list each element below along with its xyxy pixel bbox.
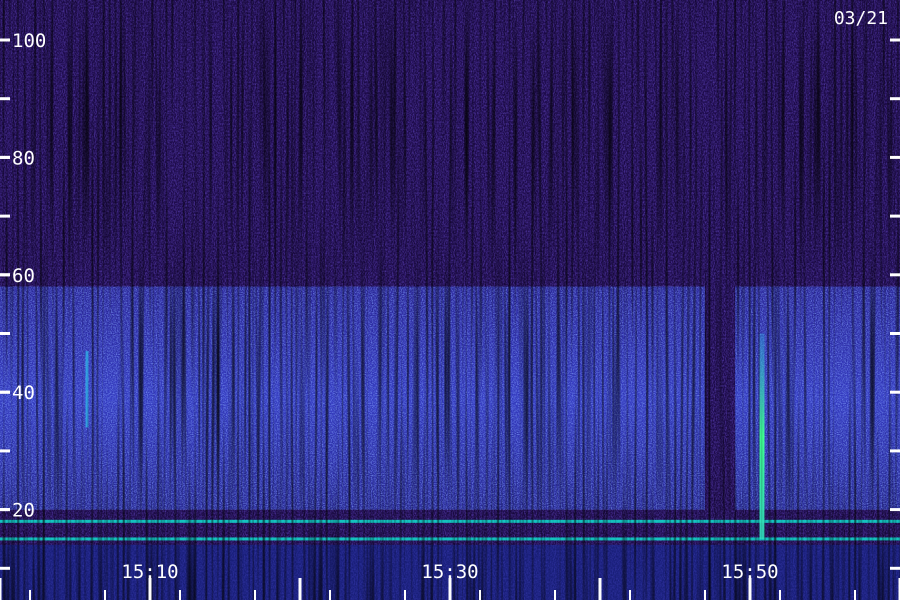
y-tick-minor-right [890,273,900,277]
y-tick-minor-right [890,508,900,512]
y-tick-minor-right [890,566,900,570]
y-tick-minor-right [890,390,900,394]
y-tick-label: 20 [12,500,35,522]
y-tick-major [0,155,10,159]
vertical-streaks [0,0,900,600]
y-tick-major [0,38,10,42]
x-tick-minor [629,590,631,600]
x-tick-major [598,578,602,600]
date-label: 03/21 [834,8,888,29]
y-tick-major [0,273,10,277]
y-tick-minor-right [890,97,900,101]
x-tick-label: 15:10 [121,561,178,583]
x-tick-major [298,578,302,600]
y-tick-major [0,508,10,512]
x-tick-minor [554,590,556,600]
y-tick-minor [0,332,10,335]
y-tick-minor [0,449,10,453]
spectrogram-chart: 20 40 60 80 100 15:10 15:30 15:50 03/21 [0,0,900,600]
x-tick-label: 15:50 [721,561,778,583]
y-tick-label: 100 [12,30,46,52]
y-tick-minor [0,214,10,218]
y-tick-minor-right [890,332,900,335]
y-tick-label: 40 [12,382,35,404]
y-tick-major [0,390,10,394]
y-tick-minor-right [890,38,900,42]
y-tick-label: 80 [12,147,35,169]
x-tick-minor [104,590,106,600]
x-tick-minor [779,590,781,600]
y-tick-minor [0,97,10,101]
y-tick-minor-right [890,214,900,218]
y-tick-minor-right [890,449,900,453]
y-tick-minor [0,566,10,570]
y-tick-label: 60 [12,265,35,287]
x-tick-minor [29,590,31,600]
x-tick-minor [404,590,406,600]
x-tick-minor [254,590,256,600]
x-tick-minor [329,590,331,600]
x-tick-minor [479,590,481,600]
x-tick-minor [179,590,181,600]
x-tick-major [0,578,2,600]
x-tick-minor [854,590,856,600]
y-tick-minor-right [890,155,900,159]
x-tick-label: 15:30 [421,561,478,583]
x-tick-minor [704,590,706,600]
